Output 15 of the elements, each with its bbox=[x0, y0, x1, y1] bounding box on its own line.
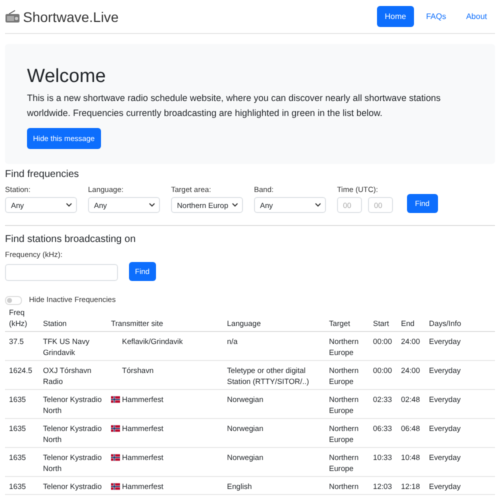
chevron-down-icon bbox=[149, 203, 155, 207]
section-title: Find stations broadcasting on bbox=[5, 233, 137, 246]
chevron-down-icon bbox=[66, 203, 72, 207]
nav-link[interactable]: FAQs bbox=[418, 6, 454, 27]
nav-link[interactable]: About bbox=[458, 6, 495, 27]
chevron-down-icon bbox=[232, 203, 238, 207]
welcome-text: This is a new shortwave radio schedule website, where you can discover nearly all shortwave stations worldwide. Frequencies currently broadcasting are highlighted in green in the list below. bbox=[27, 92, 442, 120]
radio-icon bbox=[5, 10, 20, 23]
toggle-switch[interactable] bbox=[5, 296, 22, 304]
frequency-field[interactable] bbox=[5, 264, 118, 281]
chevron-down-icon bbox=[315, 203, 321, 207]
section-title: Find frequencies bbox=[5, 168, 80, 181]
site-title: Shortwave.Live bbox=[23, 8, 119, 24]
welcome-title: Welcome bbox=[27, 66, 107, 88]
nav-link[interactable]: Home bbox=[376, 6, 414, 27]
